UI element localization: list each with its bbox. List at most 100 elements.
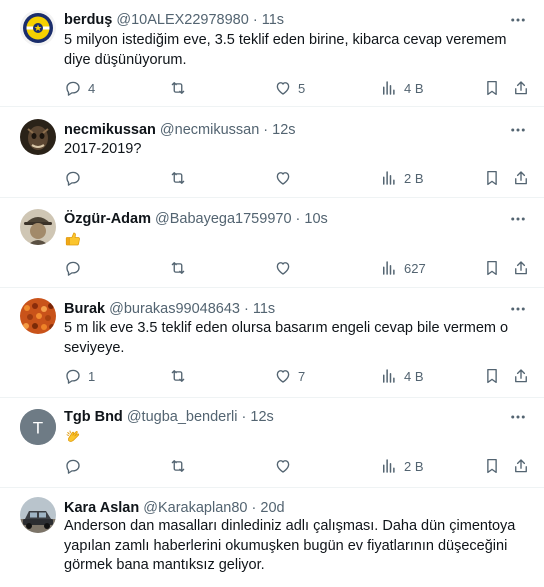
share-icon [515,171,527,185]
avatar[interactable] [20,10,56,46]
author-handle[interactable]: @burakas99048643 [109,301,240,317]
separator-dot: · [251,500,257,516]
like-button[interactable]: 7 [274,366,305,386]
car-photo-icon [20,497,56,533]
tweet-text [64,230,524,252]
separator-dot: · [263,122,269,138]
timestamp[interactable]: 20d [260,500,284,516]
bookmark-button[interactable] [483,366,501,386]
reply-button[interactable] [64,456,88,476]
action-bar: 4 5 4 B [64,78,530,98]
timestamp[interactable]: 12s [250,409,273,425]
like-icon [276,82,290,95]
tweet[interactable]: necmikussan @necmikussan · 12s 2017-2019… [0,107,544,198]
share-button[interactable] [512,258,530,278]
more-button[interactable] [508,11,528,29]
like-button[interactable] [274,168,298,188]
avatar[interactable] [20,497,56,533]
avatar[interactable]: T [20,409,56,445]
bookmark-icon [487,80,497,96]
bookmark-button[interactable] [483,168,501,188]
views-count: 2 B [404,170,424,186]
author-handle[interactable]: @Karakaplan80 [143,500,247,516]
like-button[interactable]: 5 [274,78,305,98]
action-bar: 1 7 4 B [64,366,530,386]
repost-button[interactable] [169,366,193,386]
avatar[interactable] [20,119,56,155]
author-name[interactable]: necmikussan [64,122,156,138]
reply-button[interactable] [64,258,88,278]
repost-button[interactable] [169,78,193,98]
author-name[interactable]: Özgür-Adam [64,211,151,227]
like-icon [276,262,290,275]
views-count: 2 B [404,458,424,474]
like-count: 7 [298,368,306,384]
like-button[interactable] [274,258,298,278]
tweet[interactable]: T Tgb Bnd @tugba_benderli · 12s 2 B [0,398,544,488]
share-icon [515,369,527,383]
separator-dot: · [252,12,258,28]
repost-button[interactable] [169,258,193,278]
repost-button[interactable] [169,456,193,476]
more-button[interactable] [508,300,528,318]
more-icon [511,217,525,221]
fenerbahce-crest-icon [20,10,56,46]
avatar[interactable] [20,209,56,245]
thumbs-up-icon [64,230,82,248]
more-button[interactable] [508,210,528,228]
reply-icon [66,369,80,384]
bookmark-button[interactable] [483,456,501,476]
more-button[interactable] [508,121,528,139]
separator-dot: · [295,211,301,227]
bookmark-icon [487,170,497,186]
views-button[interactable]: 627 [380,258,426,278]
views-button[interactable]: 4 B [380,366,424,386]
timestamp[interactable]: 11s [262,12,284,28]
action-bar: 2 B [64,456,530,476]
bookmark-button[interactable] [483,258,501,278]
share-button[interactable] [512,366,530,386]
share-button[interactable] [512,168,530,188]
tweet[interactable]: berduş @10ALEX22978980 · 11s 5 milyon is… [0,0,544,107]
views-button[interactable]: 2 B [380,456,424,476]
reply-button[interactable]: 1 [64,366,95,386]
author-handle[interactable]: @tugba_benderli [127,409,238,425]
author-handle[interactable]: @necmikussan [160,122,259,138]
author-name[interactable]: Tgb Bnd [64,409,123,425]
tweet[interactable]: Burak @burakas99048643 · 11s 5 m lik eve… [0,288,544,398]
tweet-text [64,428,524,450]
reply-button[interactable]: 4 [64,78,95,98]
more-button[interactable] [508,408,528,426]
share-button[interactable] [512,78,530,98]
avatar[interactable] [20,298,56,334]
avatar-letter: T [33,419,43,438]
author-name[interactable]: berduş [64,12,112,28]
views-icon [383,171,395,185]
bookmark-button[interactable] [483,78,501,98]
author-name[interactable]: Kara Aslan [64,500,139,516]
views-button[interactable]: 4 B [380,78,424,98]
repost-icon [171,172,185,184]
reply-icon [66,261,80,276]
views-count: 4 B [404,80,424,96]
timestamp[interactable]: 12s [272,122,295,138]
more-icon [511,307,525,311]
repost-icon [171,370,185,382]
author-handle[interactable]: @Babayega1759970 [155,211,291,227]
tweet[interactable]: Kara Aslan @Karakaplan80 · 20d Anderson … [0,488,544,587]
views-button[interactable]: 2 B [380,168,424,188]
repost-button[interactable] [169,168,193,188]
views-icon [383,369,395,383]
repost-icon [171,82,185,94]
author-name[interactable]: Burak [64,301,105,317]
timestamp[interactable]: 10s [304,211,327,227]
author-handle[interactable]: @10ALEX22978980 [116,12,248,28]
tweet[interactable]: Özgür-Adam @Babayega1759970 · 10s 627 [0,198,544,288]
timestamp[interactable]: 11s [253,301,275,317]
reply-button[interactable] [64,168,88,188]
share-button[interactable] [512,456,530,476]
like-button[interactable] [274,456,298,476]
more-icon [511,415,525,419]
action-bar: 2 B [64,168,530,188]
action-bar: 627 [64,258,530,278]
